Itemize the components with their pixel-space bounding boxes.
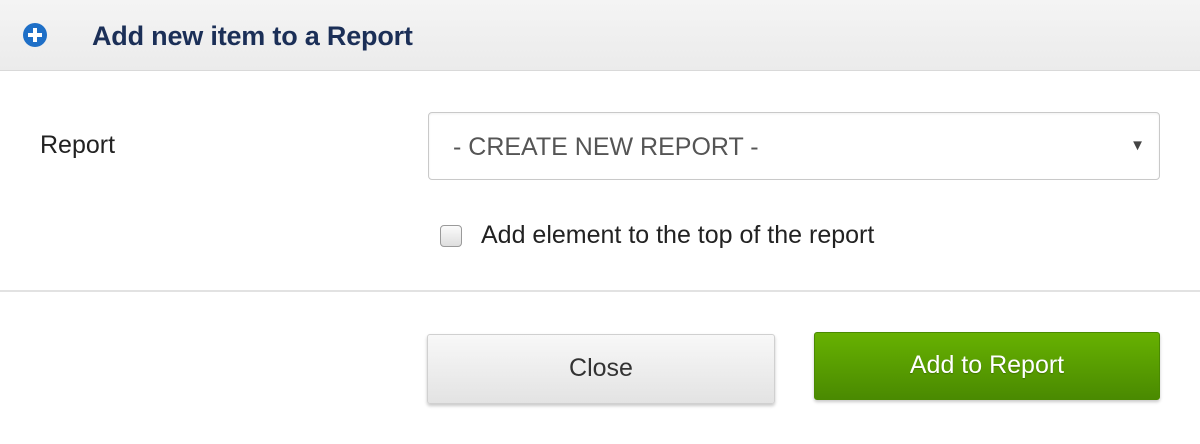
footer-divider	[0, 290, 1200, 292]
dialog-title: Add new item to a Report	[92, 21, 413, 51]
add-to-report-button-label: Add to Report	[909, 351, 1065, 379]
close-button-label: Close	[569, 354, 633, 382]
report-label: Report	[40, 131, 116, 159]
close-button[interactable]: Close	[427, 334, 775, 404]
add-to-report-button[interactable]: Add to Report	[814, 332, 1160, 400]
dialog-header: Add new item to a Report	[0, 0, 1200, 71]
add-to-top-label[interactable]: Add element to the top of the report	[481, 217, 874, 253]
add-to-report-dialog: Add new item to a Report Report - CREATE…	[0, 0, 1200, 444]
add-to-top-checkbox[interactable]	[440, 225, 462, 247]
plus-circle-icon	[23, 23, 47, 47]
report-select[interactable]: - CREATE NEW REPORT - ▼	[428, 112, 1160, 180]
report-select-value: - CREATE NEW REPORT -	[453, 133, 759, 161]
dropdown-triangle-icon: ▼	[1130, 137, 1145, 154]
